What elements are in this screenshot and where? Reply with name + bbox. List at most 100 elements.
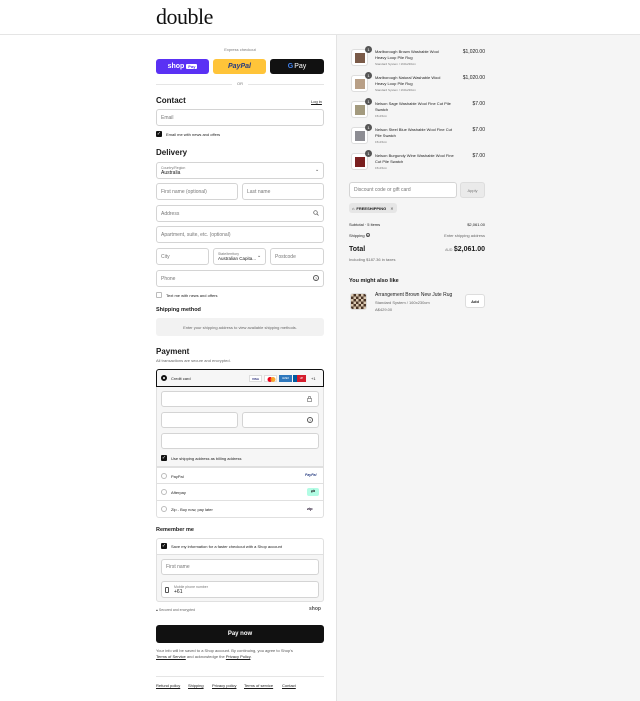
help-icon[interactable]: ?: [365, 233, 370, 238]
chevron-down-icon: ⌄: [315, 167, 320, 173]
shop-pay-badge: Pay: [186, 64, 198, 69]
lock-icon: 🔒︎: [156, 608, 158, 612]
save-info-checkbox[interactable]: ✓: [161, 543, 167, 549]
chevron-down-icon: ⌄: [257, 253, 262, 259]
secure-label: Secured and encrypted: [158, 608, 196, 612]
footer-terms-link[interactable]: Terms of service: [244, 683, 273, 688]
save-info-label: Save my information for a faster checkou…: [171, 544, 282, 549]
expiry-field[interactable]: [161, 412, 238, 428]
cart-item-name-line2: Heavy Loop Pile Rug: [375, 55, 413, 60]
payment-heading: Payment: [156, 347, 190, 356]
postcode-field[interactable]: Postcode: [270, 248, 324, 265]
text-news-checkbox[interactable]: [156, 292, 162, 298]
upsell-product-image[interactable]: [350, 293, 367, 310]
shop-logo: shop: [309, 606, 321, 612]
footer-shipping-link[interactable]: Shipping: [188, 683, 204, 688]
afterpay-option[interactable]: Afterpay ⇄: [156, 484, 324, 501]
express-checkout-title: Express checkout: [224, 47, 256, 52]
phone-icon: [165, 587, 169, 593]
cart-item-name-line1: Nelson Steel Blue Washable Wool Fine Cut: [375, 127, 452, 132]
google-pay-button[interactable]: G Pay: [270, 59, 324, 74]
address-placeholder: Address: [161, 210, 180, 217]
email-field[interactable]: Email: [156, 109, 324, 126]
cart-item-variant: Standard System / 160x230cm: [375, 88, 417, 92]
rug-swatch: [355, 157, 365, 167]
afterpay-radio[interactable]: [161, 489, 167, 495]
upsell-add-button[interactable]: Add: [465, 294, 485, 308]
legal-end: .: [250, 653, 252, 659]
shipping-label-row: Shipping ?: [349, 233, 370, 238]
shop-pay-button[interactable]: shop Pay: [156, 59, 209, 74]
cart-item-quantity-badge: 1: [365, 98, 372, 105]
apartment-field[interactable]: Apartment, suite, etc. (optional): [156, 226, 324, 243]
total-label: Total: [349, 246, 366, 253]
cart-item-quantity-badge: 1: [365, 46, 372, 53]
remove-discount-icon[interactable]: ✕: [390, 206, 393, 211]
cart-item-quantity-badge: 1: [365, 150, 372, 157]
email-news-checkbox[interactable]: ✓: [156, 131, 162, 137]
country-select[interactable]: Country/Region Australia: [156, 162, 324, 179]
postcode-placeholder: Postcode: [275, 253, 296, 260]
credit-card-radio[interactable]: [161, 375, 167, 381]
zip-label: Zip - Buy now, pay later: [171, 507, 213, 512]
state-value: Australian Capita...: [218, 255, 257, 261]
upsell-heading: You might also like: [349, 278, 399, 284]
footer-privacy-policy-link[interactable]: Privacy policy: [212, 683, 236, 688]
last-name-placeholder: Last name: [247, 188, 271, 195]
address-field[interactable]: Address: [156, 205, 324, 222]
help-icon[interactable]: ?: [313, 275, 319, 281]
paypal-option[interactable]: PayPal PayPal: [156, 467, 324, 484]
footer-divider: [156, 676, 324, 677]
upsell-product-variant: Standard System / 160x230cm: [375, 300, 430, 305]
discount-code-field[interactable]: Discount code or gift card: [349, 182, 457, 198]
cart-item-price: $7.00: [472, 153, 485, 159]
apply-button[interactable]: Apply: [460, 182, 485, 198]
help-icon[interactable]: ?: [307, 417, 313, 423]
remember-first-name-placeholder: First name: [166, 564, 190, 570]
billing-address-label: Use shipping address as billing address: [171, 456, 242, 461]
afterpay-icon: ⇄: [307, 488, 319, 496]
zip-logo: zip: [307, 506, 313, 511]
privacy-policy-link[interactable]: Privacy Policy: [226, 654, 251, 659]
upsell-product-name[interactable]: Arrangement Brown New Jute Rug: [375, 292, 452, 298]
mobile-phone-field[interactable]: Mobile phone number +61: [161, 581, 319, 598]
cart-item-variant: Standard System / 160x230cm: [375, 62, 417, 66]
total-value: $2,061.00: [453, 246, 485, 253]
credit-card-label: Credit card: [171, 376, 191, 381]
login-link[interactable]: Log in: [311, 99, 322, 104]
rug-swatch: [355, 131, 365, 141]
shipping-method-notice: Enter your shipping address to view avai…: [156, 318, 324, 336]
contact-heading: Contact: [156, 96, 186, 105]
legal-and: and acknowledge the: [186, 653, 225, 659]
cart-item-name-line2: Heavy Loop Pile Rug: [375, 81, 413, 86]
credit-card-option[interactable]: Credit card VISA AMEX UP +1: [156, 369, 324, 387]
cart-item-price: $1,020.00: [462, 75, 485, 81]
text-news-label: Text me with news and offers: [166, 293, 218, 298]
footer-contact-link[interactable]: Contact: [282, 683, 296, 688]
remember-me-heading: Remember me: [156, 527, 194, 533]
first-name-field[interactable]: First name (optional): [156, 183, 238, 200]
card-number-field[interactable]: [161, 391, 319, 407]
remember-first-name-field[interactable]: First name: [161, 559, 319, 575]
zip-radio[interactable]: [161, 506, 167, 512]
zip-option[interactable]: Zip - Buy now, pay later zip: [156, 501, 324, 518]
paypal-express-button[interactable]: PayPal: [213, 59, 266, 74]
terms-of-service-link[interactable]: Terms of Service: [156, 654, 186, 659]
brand-logo[interactable]: double: [156, 4, 213, 30]
billing-address-checkbox[interactable]: ✓: [161, 455, 167, 461]
last-name-field[interactable]: Last name: [242, 183, 324, 200]
google-pay-label: Pay: [294, 63, 307, 70]
cart-item-name-line2: Swatch: [375, 107, 389, 112]
total-value-row: AUD $2,061.00: [405, 246, 485, 253]
unionpay-icon: UP: [293, 375, 306, 382]
afterpay-label: Afterpay: [171, 490, 186, 495]
phone-field[interactable]: Phone: [156, 270, 324, 287]
paypal-radio[interactable]: [161, 473, 167, 479]
city-field[interactable]: City: [156, 248, 209, 265]
pay-now-button[interactable]: Pay now: [156, 625, 324, 643]
cart-item-price: $7.00: [472, 101, 485, 107]
name-on-card-field[interactable]: [161, 433, 319, 449]
footer-refund-policy-link[interactable]: Refund policy: [156, 683, 180, 688]
email-news-label: Email me with news and offers: [166, 132, 221, 137]
paypal-label: PayPal: [171, 474, 184, 479]
